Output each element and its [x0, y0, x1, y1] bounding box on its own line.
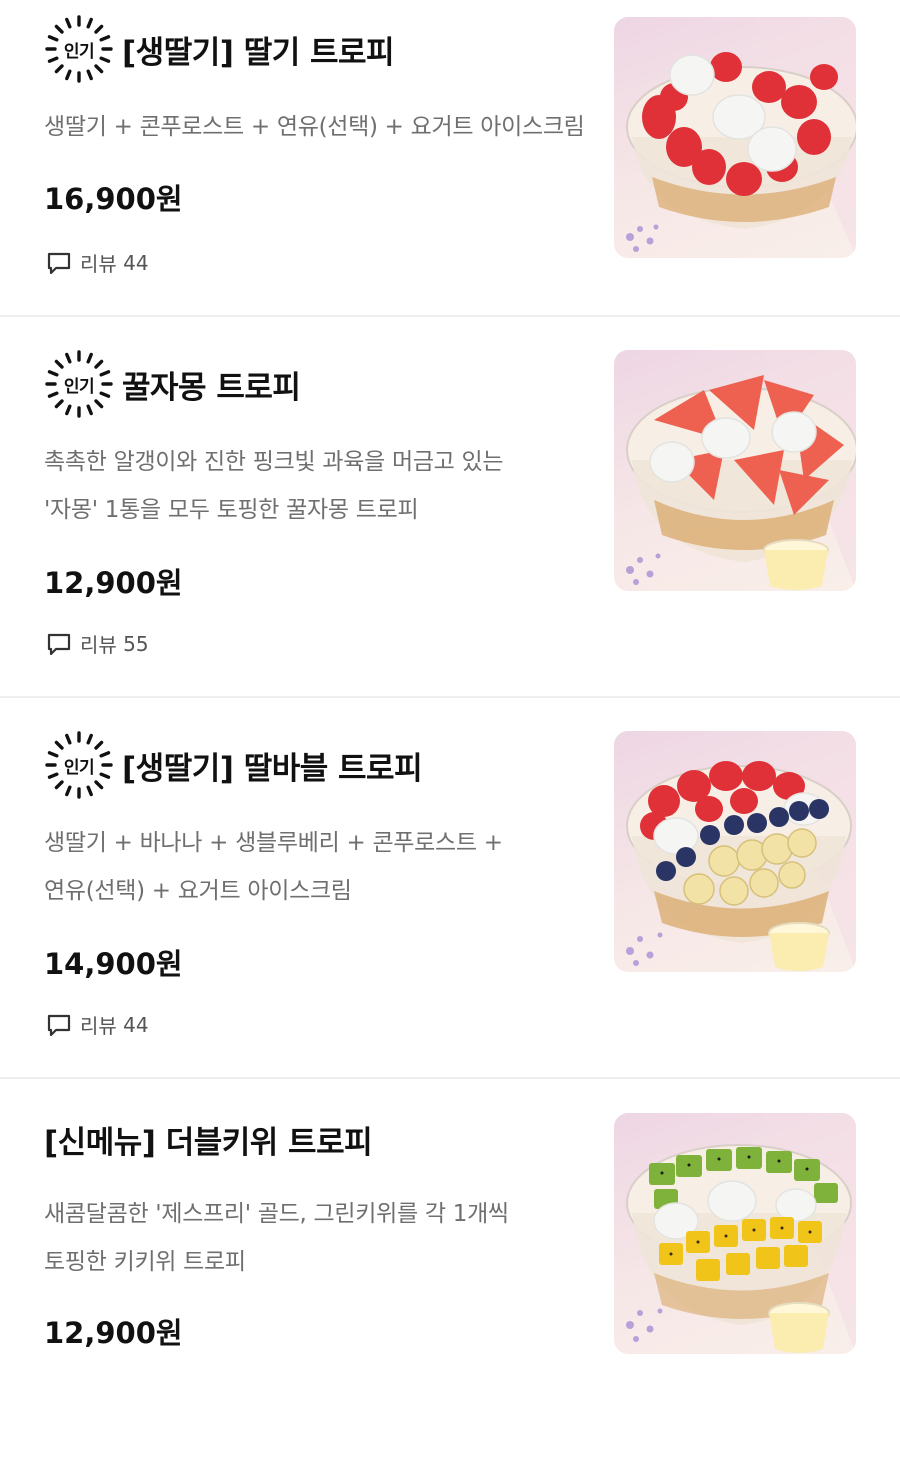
grapefruit-trophy-image[interactable]: [614, 350, 856, 591]
description-line: 연유(선택) + 요거트 아이스크림: [44, 878, 352, 904]
description-line: 새콤달콤한 '제스프리' 골드, 그린키위를 각 1개씩: [44, 1201, 509, 1227]
popular-badge: 인기: [44, 14, 114, 84]
item-description: 새콤달콤한 '제스프리' 골드, 그린키위를 각 1개씩 토핑한 키키위 트로피: [44, 1190, 604, 1286]
item-description: 생딸기 + 콘푸로스트 + 연유(선택) + 요거트 아이스크림: [44, 103, 604, 151]
speech-bubble-icon: [47, 633, 71, 655]
menu-item-double-kiwi-trophy[interactable]: [신메뉴] 더블키위 트로피 새콤달콤한 '제스프리' 골드, 그린키위를 각 …: [0, 1094, 900, 1474]
review-count[interactable]: 리뷰 44: [46, 248, 149, 277]
review-number: 55: [123, 631, 149, 656]
item-title: 꿀자몽 트로피: [122, 369, 301, 406]
item-price: 12,900원: [44, 566, 183, 600]
popular-badge: 인기: [44, 730, 114, 800]
menu-item-grapefruit-trophy[interactable]: 인기 꿀자몽 트로피 촉촉한 알갱이와 진한 핑크빛 과육을 머금고 있는 '자…: [0, 332, 900, 712]
double-kiwi-image[interactable]: [614, 1113, 856, 1354]
item-title: [생딸기] 딸바블 트로피: [122, 750, 423, 787]
item-title-row: 인기 꿀자몽 트로피: [44, 349, 301, 419]
menu-item-strawberry-banana-trophy[interactable]: 인기 [생딸기] 딸바블 트로피 생딸기 + 바나나 + 생블루베리 + 콘푸로…: [0, 713, 900, 1093]
description-line: '자몽' 1통을 모두 토핑한 꿀자몽 트로피: [44, 497, 419, 523]
item-title-row: 인기 [생딸기] 딸기 트로피: [44, 14, 395, 84]
strawberry-trophy-image[interactable]: [614, 17, 856, 258]
item-title: [신메뉴] 더블키위 트로피: [44, 1124, 373, 1161]
divider: [0, 315, 900, 317]
badge-label: 인기: [63, 757, 95, 778]
review-number: 44: [123, 1012, 149, 1037]
review-label: 리뷰: [80, 1014, 117, 1038]
divider: [0, 696, 900, 698]
badge-label: 인기: [63, 376, 95, 397]
item-description: 생딸기 + 바나나 + 생블루베리 + 콘푸로스트 + 연유(선택) + 요거트…: [44, 819, 604, 915]
menu-item-strawberry-trophy[interactable]: 인기 [생딸기] 딸기 트로피 생딸기 + 콘푸로스트 + 연유(선택) + 요…: [0, 0, 900, 380]
item-price: 14,900원: [44, 947, 183, 981]
review-count[interactable]: 리뷰 44: [46, 1010, 149, 1039]
item-title-row: 인기 [생딸기] 딸바블 트로피: [44, 730, 423, 800]
badge-label: 인기: [63, 41, 95, 62]
description-line: 생딸기 + 콘푸로스트 + 연유(선택) + 요거트 아이스크림: [44, 114, 585, 140]
item-price: 12,900원: [44, 1316, 183, 1350]
popular-badge: 인기: [44, 349, 114, 419]
description-line: 촉촉한 알갱이와 진한 핑크빛 과육을 머금고 있는: [44, 449, 504, 475]
review-label: 리뷰: [80, 252, 117, 276]
review-count[interactable]: 리뷰 55: [46, 629, 149, 658]
item-title: [생딸기] 딸기 트로피: [122, 34, 395, 71]
divider: [0, 1077, 900, 1079]
strawberry-banana-blueberry-image[interactable]: [614, 731, 856, 972]
item-title-row: [신메뉴] 더블키위 트로피: [44, 1104, 373, 1174]
description-line: 토핑한 키키위 트로피: [44, 1249, 246, 1275]
speech-bubble-icon: [47, 1014, 71, 1036]
review-number: 44: [123, 250, 149, 275]
item-price: 16,900원: [44, 182, 183, 216]
review-label: 리뷰: [80, 633, 117, 657]
item-description: 촉촉한 알갱이와 진한 핑크빛 과육을 머금고 있는 '자몽' 1통을 모두 토…: [44, 438, 604, 534]
speech-bubble-icon: [47, 252, 71, 274]
description-line: 생딸기 + 바나나 + 생블루베리 + 콘푸로스트 +: [44, 830, 503, 856]
